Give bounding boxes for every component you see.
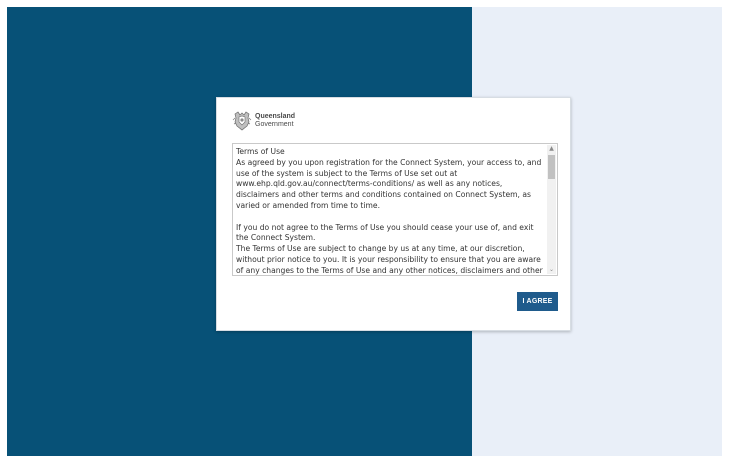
queensland-government-logo: Queensland Government [232, 109, 295, 133]
terms-paragraph: If you do not agree to the Terms of Use … [236, 222, 534, 243]
scrollbar-thumb[interactable] [548, 155, 555, 179]
scroll-up-arrow-icon[interactable]: ▲ [547, 145, 556, 153]
logo-government-text: Government [255, 121, 294, 128]
scroll-down-arrow-icon[interactable]: ⌄ [547, 266, 556, 274]
page-frame: Queensland Government Terms of Use As ag… [7, 7, 722, 456]
terms-dialog: Queensland Government Terms of Use As ag… [216, 97, 571, 331]
queensland-crest-icon [232, 110, 252, 132]
terms-paragraph: As agreed by you upon registration for t… [236, 157, 542, 210]
terms-heading: Terms of Use [236, 147, 285, 156]
i-agree-button[interactable]: I AGREE [517, 292, 558, 311]
terms-paragraph: The Terms of Use are subject to change b… [236, 244, 543, 275]
terms-of-use-text: Terms of Use As agreed by you upon regis… [236, 147, 547, 275]
terms-scrollbar[interactable]: ▲ ⌄ [547, 145, 556, 274]
logo-queensland-text: Queensland [255, 113, 296, 120]
terms-of-use-scroll-box[interactable]: Terms of Use As agreed by you upon regis… [232, 143, 558, 276]
